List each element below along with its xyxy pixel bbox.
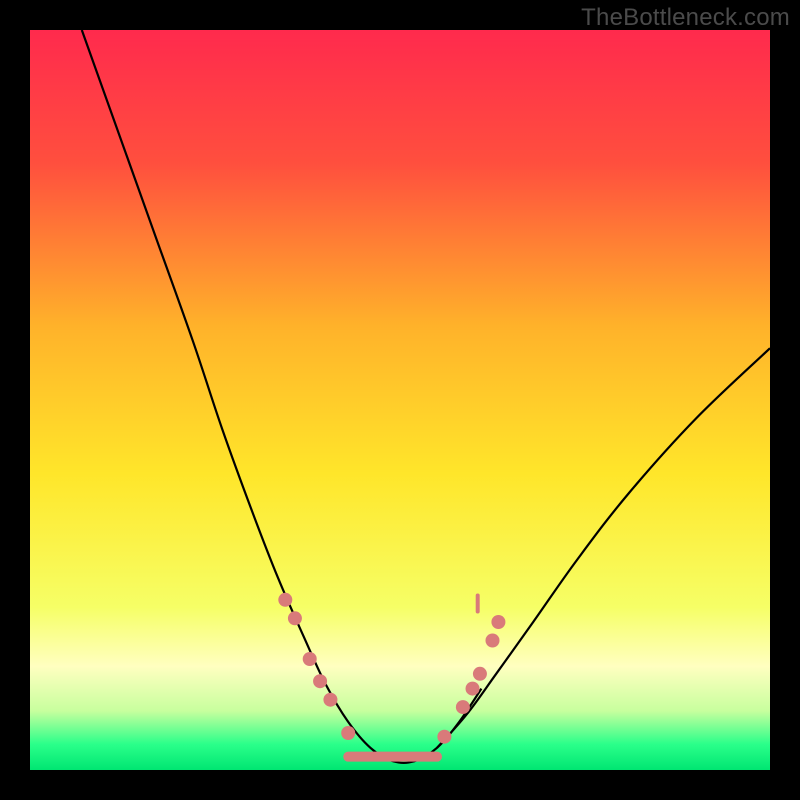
marker-dot: [473, 667, 487, 681]
marker-dot: [456, 700, 470, 714]
gradient-background: [30, 30, 770, 770]
marker-dot: [486, 634, 500, 648]
marker-dot: [303, 652, 317, 666]
chart-frame: TheBottleneck.com: [0, 0, 800, 800]
marker-dot: [466, 682, 480, 696]
marker-dot: [437, 730, 451, 744]
chart-svg: [30, 30, 770, 770]
watermark-text: TheBottleneck.com: [581, 4, 790, 32]
marker-dot: [323, 693, 337, 707]
marker-dot: [341, 726, 355, 740]
marker-dot: [278, 593, 292, 607]
marker-dot: [313, 674, 327, 688]
marker-dot: [288, 611, 302, 625]
plot-area: [30, 30, 770, 770]
marker-dot: [491, 615, 505, 629]
